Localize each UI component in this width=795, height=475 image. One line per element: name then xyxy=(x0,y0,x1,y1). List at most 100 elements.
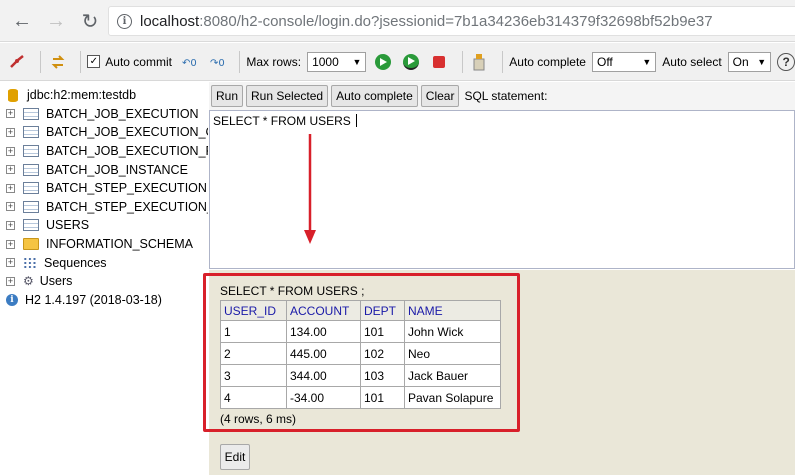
result-footer: (4 rows, 6 ms) xyxy=(220,412,297,426)
tree-item-users[interactable]: + ⚙ Users xyxy=(0,272,208,291)
result-table: USER_ID ACCOUNT DEPT NAME 1 134.00 101 J… xyxy=(220,300,501,409)
table-name: BATCH_JOB_EXECUTION xyxy=(46,106,199,121)
tree-item-table[interactable]: + BATCH_STEP_EXECUTION_ xyxy=(0,198,208,217)
help-icon[interactable]: ? xyxy=(777,52,795,71)
column-header[interactable]: DEPT xyxy=(360,300,405,321)
url-host: localhost xyxy=(140,12,200,30)
sql-editor[interactable]: SELECT * FROM USERS xyxy=(209,110,795,269)
tree-item-database[interactable]: jdbc:h2:mem:testdb xyxy=(0,86,208,105)
rollback-icon[interactable]: ↶0 xyxy=(178,51,200,73)
table-cell: Pavan Solapure xyxy=(404,386,501,409)
table-cell: 3 xyxy=(220,364,287,387)
table-cell: 445.00 xyxy=(286,342,361,365)
tree-item-schema[interactable]: + INFORMATION_SCHEMA xyxy=(0,235,208,254)
table-name: USERS xyxy=(46,218,90,233)
clear-button[interactable]: Clear xyxy=(420,85,460,107)
expand-icon[interactable]: + xyxy=(6,258,15,268)
expand-icon[interactable]: + xyxy=(6,239,15,249)
tree-item-version: i H2 1.4.197 (2018-03-18) xyxy=(0,291,208,310)
sequences-icon xyxy=(23,256,37,269)
auto-complete-button[interactable]: Auto complete xyxy=(331,85,418,107)
sequences-label: Sequences xyxy=(44,255,107,270)
disconnect-icon[interactable] xyxy=(6,51,28,73)
table-icon xyxy=(23,182,39,195)
column-header[interactable]: NAME xyxy=(404,300,501,321)
toolbar-separator xyxy=(39,50,41,73)
max-rows-select[interactable]: 1000 ▼ xyxy=(307,51,367,72)
toolbar-separator xyxy=(80,50,82,73)
auto-commit-label: Auto commit xyxy=(105,54,172,69)
auto-complete-label: Auto complete xyxy=(509,54,586,69)
red-arrow-annotation xyxy=(304,134,316,244)
tree-item-sequences[interactable]: + Sequences xyxy=(0,253,208,272)
table-cell: Jack Bauer xyxy=(404,364,501,387)
db-url: jdbc:h2:mem:testdb xyxy=(27,88,137,103)
expand-icon[interactable]: + xyxy=(6,276,15,286)
tree-item-table[interactable]: + BATCH_JOB_EXECUTION xyxy=(0,105,208,124)
schema-tree: jdbc:h2:mem:testdb + BATCH_JOB_EXECUTION… xyxy=(0,82,208,475)
auto-complete-select[interactable]: Off ▼ xyxy=(591,51,657,72)
table-cell: 1 xyxy=(220,320,287,343)
commit-icon[interactable]: ↷0 xyxy=(206,51,228,73)
history-icon[interactable] xyxy=(469,51,491,73)
tree-item-table[interactable]: + USERS xyxy=(0,216,208,235)
site-info-icon[interactable]: i xyxy=(117,13,132,29)
reload-icon[interactable]: ↻ xyxy=(78,9,102,33)
table-cell: John Wick xyxy=(404,320,501,343)
expand-icon[interactable]: + xyxy=(6,183,15,193)
tree-item-table[interactable]: + BATCH_JOB_EXECUTION_F xyxy=(0,142,208,161)
text-cursor xyxy=(356,114,358,127)
run-button[interactable]: Run xyxy=(211,85,244,107)
table-cell: 134.00 xyxy=(286,320,361,343)
table-cell: 102 xyxy=(360,342,405,365)
table-cell: Neo xyxy=(404,342,501,365)
url-path: :8080/h2-console/login.do?jsessionid=7b1… xyxy=(199,12,713,30)
users-icon: ⚙ xyxy=(23,274,34,289)
run-selected-icon[interactable] xyxy=(400,51,422,73)
expand-icon[interactable]: + xyxy=(6,127,15,137)
expand-icon[interactable]: + xyxy=(6,165,15,175)
tree-item-table[interactable]: + BATCH_STEP_EXECUTION xyxy=(0,179,208,198)
expand-icon[interactable]: + xyxy=(6,146,15,156)
table-name: BATCH_JOB_EXECUTION_C xyxy=(46,125,208,140)
browser-toolbar: ← → ↻ i localhost:8080/h2-console/login.… xyxy=(0,0,795,42)
sql-statement-label: SQL statement: xyxy=(464,89,548,103)
forward-arrow-icon[interactable]: → xyxy=(44,9,68,33)
svg-text:↷0: ↷0 xyxy=(210,58,225,69)
table-row: 3 344.00 103 Jack Bauer xyxy=(220,364,501,387)
toolbar-separator xyxy=(239,50,241,73)
version-label: H2 1.4.197 (2018-03-18) xyxy=(25,292,162,307)
refresh-icon[interactable] xyxy=(47,51,69,73)
database-icon xyxy=(8,88,18,102)
tree-item-table[interactable]: + BATCH_JOB_INSTANCE xyxy=(0,160,208,179)
info-icon: i xyxy=(6,293,18,306)
table-icon xyxy=(23,219,39,232)
folder-icon xyxy=(23,238,39,251)
address-bar[interactable]: i localhost:8080/h2-console/login.do?jse… xyxy=(108,6,795,36)
table-cell: 101 xyxy=(360,320,405,343)
tree-item-table[interactable]: + BATCH_JOB_EXECUTION_C xyxy=(0,123,208,142)
stop-icon[interactable] xyxy=(428,51,450,73)
table-name: BATCH_STEP_EXECUTION xyxy=(46,181,207,196)
auto-complete-value: Off xyxy=(596,54,613,69)
expand-icon[interactable]: + xyxy=(6,220,15,230)
auto-select-value: On xyxy=(732,54,749,69)
run-selected-button[interactable]: Run Selected xyxy=(246,85,329,107)
table-row: 4 -34.00 101 Pavan Solapure xyxy=(220,386,501,409)
table-row: 1 134.00 101 John Wick xyxy=(220,320,501,343)
column-header[interactable]: ACCOUNT xyxy=(286,300,361,321)
table-cell: 344.00 xyxy=(286,364,361,387)
auto-select-select[interactable]: On ▼ xyxy=(727,51,772,72)
expand-icon[interactable]: + xyxy=(6,109,15,119)
table-name: BATCH_STEP_EXECUTION_ xyxy=(46,199,208,214)
table-name: BATCH_JOB_EXECUTION_F xyxy=(46,144,208,159)
schema-name: INFORMATION_SCHEMA xyxy=(46,237,193,252)
run-icon[interactable] xyxy=(372,51,394,73)
expand-icon[interactable]: + xyxy=(6,202,15,212)
table-cell: 103 xyxy=(360,364,405,387)
back-arrow-icon[interactable]: ← xyxy=(10,9,34,33)
auto-commit-checkbox[interactable]: ✓ xyxy=(87,55,101,68)
edit-button[interactable]: Edit xyxy=(220,444,250,470)
column-header[interactable]: USER_ID xyxy=(220,300,287,321)
table-cell: 101 xyxy=(360,386,405,409)
